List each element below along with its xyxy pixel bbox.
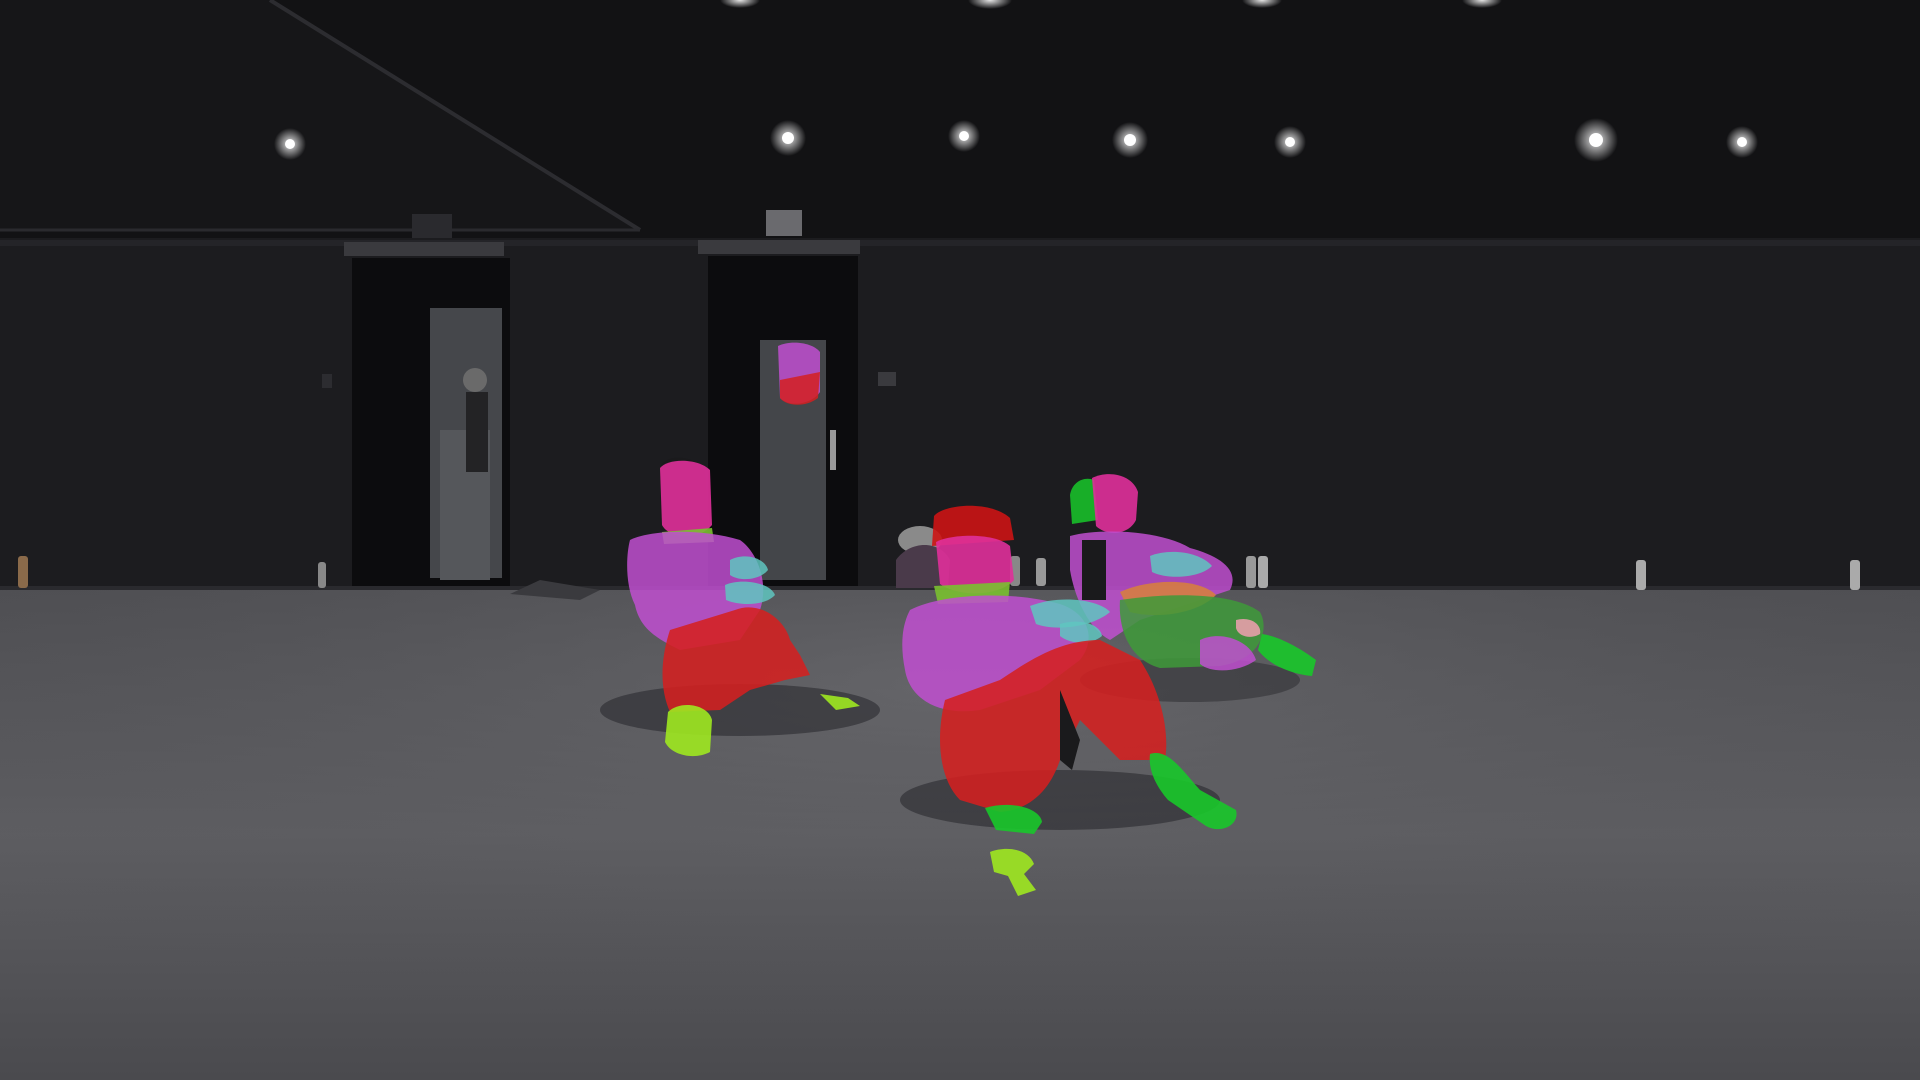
ceiling-light xyxy=(1737,137,1747,147)
seg-face xyxy=(1092,474,1138,533)
wall-panel xyxy=(878,372,896,386)
bottle xyxy=(1246,556,1256,588)
seg-left-shoe xyxy=(665,705,712,757)
ceiling-light xyxy=(285,139,295,149)
dance-studio-scene xyxy=(0,0,1920,1080)
person-in-doorway xyxy=(463,368,487,392)
door-header xyxy=(698,240,860,254)
ceiling-light xyxy=(1589,133,1603,147)
bottle xyxy=(18,556,28,588)
door-header xyxy=(344,242,504,256)
door-handle xyxy=(830,430,836,470)
ceiling-light xyxy=(1285,137,1295,147)
ceiling-light xyxy=(1124,134,1136,146)
bottle xyxy=(1850,560,1860,590)
scene-canvas xyxy=(0,0,1920,1080)
ceiling-light xyxy=(782,132,794,144)
ceiling-light xyxy=(959,131,969,141)
dark-clothing xyxy=(1082,540,1106,600)
wall-trim xyxy=(0,240,1920,246)
person-in-doorway-body xyxy=(466,392,488,472)
seg-face xyxy=(660,460,712,537)
exit-sign xyxy=(766,210,802,236)
wall-switch xyxy=(322,374,332,388)
bottle xyxy=(1036,558,1046,586)
bottle xyxy=(318,562,326,588)
exit-sign xyxy=(412,214,452,238)
bottle xyxy=(1258,556,1268,588)
bottle xyxy=(1636,560,1646,590)
